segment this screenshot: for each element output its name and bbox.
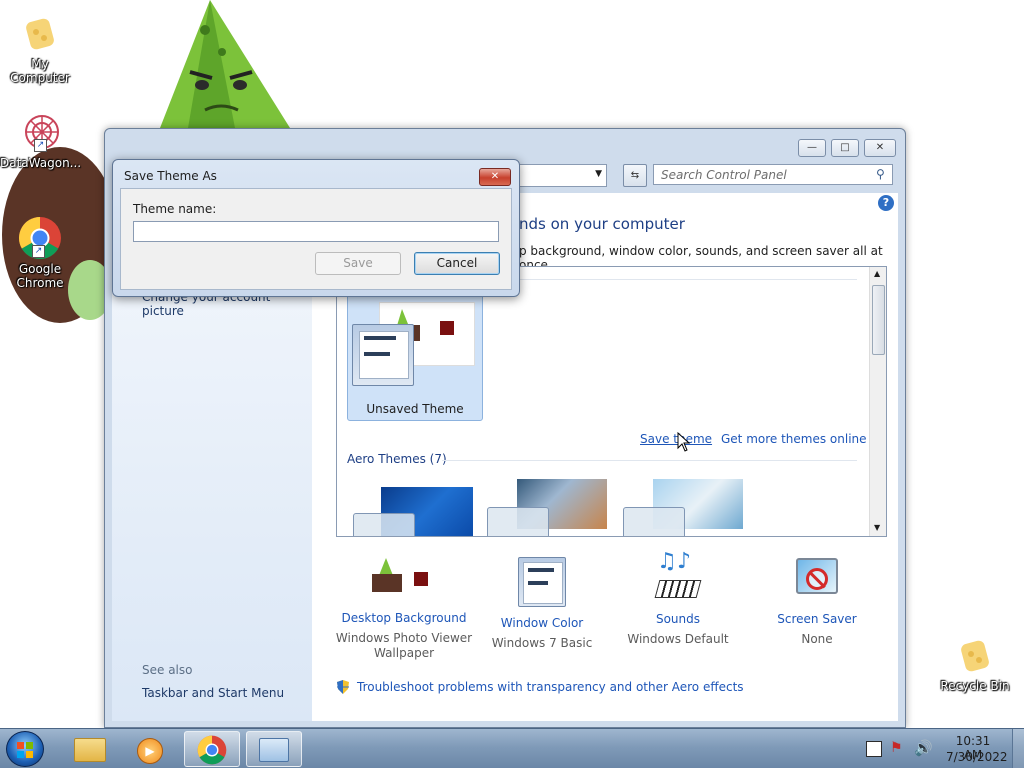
refresh-button[interactable]: ⇆	[623, 164, 647, 187]
volume-icon[interactable]: 🔊	[914, 739, 933, 757]
dialog-title: Save Theme As	[124, 169, 217, 183]
scrollbar-thumb[interactable]	[872, 285, 885, 355]
page-heading: nds on your computer	[519, 215, 685, 233]
window-color-icon	[518, 557, 566, 607]
desktop-icon-datawagon[interactable]: ↗ DataWagon...	[0, 112, 82, 170]
show-desktop-button[interactable]	[1012, 729, 1024, 768]
screen-saver-item[interactable]: Screen Saver None	[747, 554, 887, 647]
shield-icon	[336, 679, 350, 695]
theme-name-input[interactable]	[133, 221, 499, 242]
theme-gallery: Unsaved Theme Save theme Get more themes…	[336, 266, 887, 537]
troubleshoot-link[interactable]: Troubleshoot problems with transparency …	[357, 680, 744, 694]
dialog-body: Theme name: Save Cancel	[120, 188, 512, 290]
save-button[interactable]: Save	[315, 252, 401, 275]
aero-theme-windows-7[interactable]	[353, 487, 473, 536]
aero-theme-characters[interactable]	[623, 479, 743, 536]
search-input[interactable]: Search Control Panel	[653, 164, 893, 185]
window-color-title[interactable]: Window Color	[472, 616, 612, 631]
aero-themes-divider	[442, 460, 857, 461]
help-icon[interactable]: ?	[878, 195, 894, 211]
aero-themes-header: Aero Themes (7)	[347, 452, 447, 466]
taskbar-control-panel-button[interactable]	[246, 731, 302, 767]
sounds-icon: ♫ ♪	[653, 551, 703, 604]
sounds-subtitle: Windows Default	[627, 632, 729, 646]
clock-date[interactable]: 7/30/2022	[946, 750, 1008, 764]
cancel-button[interactable]: Cancel	[414, 252, 500, 275]
network-icon[interactable]	[866, 741, 882, 757]
desktop-icon-google-chrome[interactable]: ↗ Google Chrome	[0, 216, 80, 290]
windows-logo-icon	[17, 742, 33, 758]
datawagon-label: DataWagon...	[0, 156, 82, 170]
window-color-subtitle: Windows 7 Basic	[491, 636, 593, 650]
desktop-icon-recycle-bin[interactable]: Recycle Bin	[935, 636, 1015, 693]
save-theme-dialog: Save Theme As ✕ Theme name: Save Cancel	[112, 159, 520, 297]
desktop-background-title[interactable]: Desktop Background	[334, 611, 474, 626]
folder-icon	[74, 738, 106, 762]
minimize-button[interactable]: —	[798, 139, 826, 157]
my-computer-label: My Computer	[10, 57, 70, 85]
taskbar: ▶ ⚑ 🔊 10:31 AM 7/30/2022	[0, 728, 1024, 768]
media-player-icon: ▶	[137, 738, 163, 764]
address-dropdown-icon[interactable]: ▼	[595, 169, 602, 179]
start-button[interactable]	[6, 731, 44, 767]
dialog-close-button[interactable]: ✕	[479, 168, 511, 186]
get-more-themes-link[interactable]: Get more themes online	[721, 432, 867, 446]
taskbar-start-menu-link[interactable]: Taskbar and Start Menu	[142, 686, 284, 700]
taskbar-explorer-button[interactable]	[62, 731, 118, 767]
unsaved-theme-label: Unsaved Theme	[366, 402, 464, 416]
window-color-swatch	[352, 324, 414, 386]
theme-name-label: Theme name:	[133, 202, 217, 216]
desktop-background-icon	[370, 556, 438, 602]
aero-theme-architecture[interactable]	[487, 479, 607, 536]
chrome-icon	[197, 735, 227, 765]
shortcut-arrow-icon: ↗	[34, 139, 47, 152]
window-color-item[interactable]: Window Color Windows 7 Basic	[472, 554, 612, 651]
desktop-icon-my-computer[interactable]: My Computer	[0, 14, 80, 85]
google-chrome-label: Google Chrome	[16, 262, 64, 290]
shortcut-arrow-icon: ↗	[32, 245, 45, 258]
screen-saver-subtitle: None	[801, 632, 833, 646]
search-icon[interactable]: ⚲	[876, 167, 885, 181]
control-panel-icon	[259, 738, 289, 762]
mouse-cursor-icon	[677, 432, 691, 452]
sounds-title[interactable]: Sounds	[608, 612, 748, 627]
see-also-title: See also	[142, 663, 193, 677]
scroll-down-arrow-icon[interactable]: ▼	[874, 523, 880, 532]
recycle-bin-label: Recycle Bin	[940, 679, 1010, 693]
desktop-background-subtitle: Windows Photo Viewer Wallpaper	[335, 631, 473, 660]
close-window-button[interactable]: ✕	[864, 139, 896, 157]
taskbar-chrome-button[interactable]	[184, 731, 240, 767]
maximize-button[interactable]: □	[831, 139, 859, 157]
desktop-background-item[interactable]: Desktop Background Windows Photo Viewer …	[334, 554, 474, 661]
sounds-item[interactable]: ♫ ♪ Sounds Windows Default	[608, 551, 748, 647]
unsaved-theme-tile[interactable]: Unsaved Theme	[347, 293, 483, 421]
screen-saver-title[interactable]: Screen Saver	[747, 612, 887, 627]
my-computer-icon	[26, 18, 54, 50]
taskbar-media-player-button[interactable]: ▶	[122, 731, 178, 767]
gallery-scrollbar[interactable]: ▲ ▼	[869, 267, 886, 536]
recycle-bin-icon	[961, 640, 989, 672]
scroll-up-arrow-icon[interactable]: ▲	[874, 269, 880, 278]
action-center-flag-icon[interactable]: ⚑	[890, 740, 903, 756]
screen-saver-icon	[794, 556, 840, 602]
